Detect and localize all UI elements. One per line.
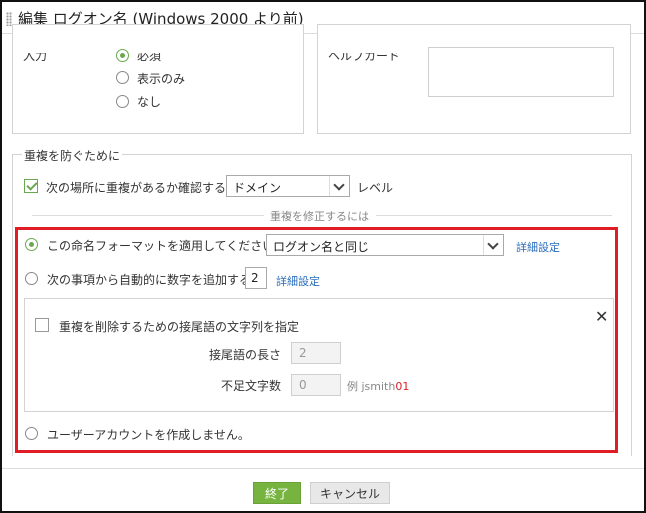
scope-select-value: ドメイン [233,181,282,195]
check-duplicates-checkbox[interactable] [24,179,38,193]
help-card-textarea[interactable] [428,47,614,97]
footer-divider [2,468,644,469]
duplicate-section-title: 重複を防ぐために [22,147,123,164]
example-text: 例 jsmith01 [347,378,409,394]
append-number-label: 次の事項から自動的に数字を追加する: [47,273,256,287]
help-card-label-partial: ヘルプカード [328,49,401,63]
radio-required[interactable] [116,49,129,62]
radio-required-label: 必須 [137,49,162,63]
input-options-section: 入力 必須 表示のみ なし [12,24,304,134]
format-select[interactable]: ログオン名と同じ [266,234,504,256]
chevron-down-icon [483,235,503,255]
example-name: jsmith [361,380,396,393]
suffix-checkbox-label: 重複を削除するための接尾語の文字列を指定 [59,320,300,334]
no-account-label: ユーザーアカウントを作成しません。 [47,428,250,442]
format-select-value: ログオン名と同じ [273,240,370,254]
suffix-panel: 重複を削除するための接尾語の文字列を指定 ✕ 接尾語の長さ 2 不足文字数 0 … [24,298,614,412]
radio-apply-format[interactable] [25,238,38,251]
fix-divider-label: 重複を修正するには [270,210,369,223]
radio-append-number[interactable] [25,272,38,285]
radio-none-label: なし [137,95,162,109]
cancel-button[interactable]: キャンセル [310,482,390,504]
apply-format-label: この命名フォーマットを適用してください [47,239,275,253]
suffix-length-input[interactable]: 2 [291,342,341,364]
radio-display-only[interactable] [116,71,129,84]
missing-chars-label: 不足文字数 [221,379,282,393]
level-label: レベル [357,181,394,195]
radio-no-account[interactable] [25,427,38,440]
divider-right [376,215,612,216]
help-card-section: ヘルプカード [317,24,631,134]
suffix-checkbox[interactable] [35,318,49,332]
format-advanced-link[interactable]: 詳細設定 [516,239,560,255]
example-digits: 01 [395,380,410,393]
append-number-input[interactable]: 2 [245,267,267,289]
radio-display-only-label: 表示のみ [137,72,186,86]
radio-none[interactable] [116,95,129,108]
chevron-down-icon [329,176,349,196]
check-duplicates-label: 次の場所に重複があるか確認する: [46,181,231,195]
suffix-length-label: 接尾語の長さ [209,348,282,362]
scope-select[interactable]: ドメイン [226,175,350,197]
example-prefix: 例 [347,380,358,393]
dialog-window: 編集 ログオン名 (Windows 2000 より前) 入力 必須 表示のみ な… [0,0,646,513]
append-number-advanced-link[interactable]: 詳細設定 [276,273,320,289]
input-label-partial: 入力 [23,49,48,63]
missing-chars-input[interactable]: 0 [291,374,341,396]
divider-left [32,215,264,216]
finish-button[interactable]: 終了 [253,482,301,504]
close-icon[interactable]: ✕ [595,307,608,326]
